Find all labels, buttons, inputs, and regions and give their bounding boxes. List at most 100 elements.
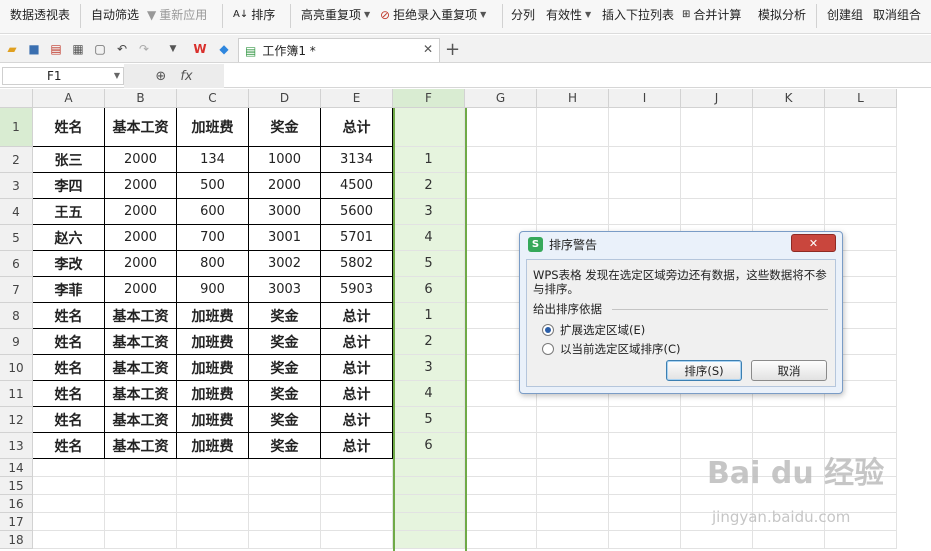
data-cell[interactable]: 基本工资 [105, 355, 177, 381]
data-cell[interactable]: 奖金 [249, 355, 321, 381]
data-cell[interactable] [465, 433, 537, 459]
data-cell[interactable] [825, 199, 897, 225]
reject-duplicates-button[interactable]: ⊘ 拒绝录入重复项 ▼ [380, 6, 486, 24]
data-cell[interactable] [105, 495, 177, 513]
data-cell[interactable] [537, 459, 609, 477]
data-cell[interactable] [609, 173, 681, 199]
row-header-18[interactable]: 18 [0, 531, 33, 549]
column-header-l[interactable]: L [825, 89, 897, 108]
data-cell[interactable]: 张三 [33, 147, 105, 173]
data-cell[interactable] [825, 531, 897, 549]
radio-unselected-icon[interactable] [542, 343, 554, 355]
data-cell[interactable]: 李四 [33, 173, 105, 199]
data-cell[interactable]: 李菲 [33, 277, 105, 303]
data-cell[interactable] [537, 407, 609, 433]
fx-icon[interactable]: fx [180, 69, 192, 84]
cancel-button[interactable]: 取消 [751, 360, 827, 381]
data-cell[interactable]: 加班费 [177, 407, 249, 433]
data-cell[interactable]: 5600 [321, 199, 393, 225]
data-cell[interactable] [321, 495, 393, 513]
ungroup-button[interactable]: 取消组合 [873, 6, 921, 24]
autofilter-button[interactable]: 自动筛选 [91, 6, 139, 24]
data-cell[interactable] [753, 108, 825, 147]
data-cell[interactable]: 5903 [321, 277, 393, 303]
data-cell[interactable] [465, 199, 537, 225]
column-header-i[interactable]: I [609, 89, 681, 108]
data-cell[interactable] [825, 147, 897, 173]
data-cell[interactable] [249, 531, 321, 549]
data-cell[interactable]: 基本工资 [105, 381, 177, 407]
row-header-4[interactable]: 4 [0, 199, 33, 225]
data-cell[interactable] [177, 459, 249, 477]
data-cell[interactable] [177, 513, 249, 531]
data-cell[interactable] [177, 531, 249, 549]
data-cell[interactable] [681, 199, 753, 225]
data-cell[interactable] [321, 459, 393, 477]
data-cell[interactable] [177, 477, 249, 495]
column-header-d[interactable]: D [249, 89, 321, 108]
expand-selection-option[interactable]: 扩展选定区域(E) [542, 322, 645, 338]
data-cell[interactable] [753, 147, 825, 173]
data-cell[interactable] [393, 459, 465, 477]
data-cell[interactable]: 500 [177, 173, 249, 199]
create-group-button[interactable]: 创建组 [827, 6, 863, 24]
data-cell[interactable] [465, 531, 537, 549]
data-cell[interactable]: 赵六 [33, 225, 105, 251]
simulate-analysis-button[interactable]: 模拟分析 [758, 6, 806, 24]
data-cell[interactable] [681, 147, 753, 173]
column-header-a[interactable]: A [33, 89, 105, 108]
data-cell[interactable] [609, 199, 681, 225]
data-cell[interactable] [33, 531, 105, 549]
print-preview-icon[interactable]: ▢ [92, 41, 108, 57]
row-header-3[interactable]: 3 [0, 173, 33, 199]
data-cell[interactable] [177, 495, 249, 513]
data-cell[interactable]: 基本工资 [105, 433, 177, 459]
data-cell[interactable]: 4 [393, 381, 465, 407]
data-cell[interactable]: 加班费 [177, 329, 249, 355]
data-cell[interactable]: 加班费 [177, 303, 249, 329]
data-cell[interactable]: 加班费 [177, 433, 249, 459]
data-cell[interactable]: 2000 [249, 173, 321, 199]
data-cell[interactable] [609, 477, 681, 495]
data-cell[interactable] [33, 513, 105, 531]
data-cell[interactable] [33, 477, 105, 495]
data-cell[interactable] [33, 495, 105, 513]
row-header-16[interactable]: 16 [0, 495, 33, 513]
column-header-k[interactable]: K [753, 89, 825, 108]
chevron-down-icon[interactable]: ▼ [114, 68, 120, 84]
validity-button[interactable]: 有效性 ▼ [546, 6, 591, 24]
data-cell[interactable] [753, 173, 825, 199]
data-cell[interactable]: 总计 [321, 329, 393, 355]
data-cell[interactable]: 900 [177, 277, 249, 303]
data-cell[interactable] [681, 407, 753, 433]
data-cell[interactable] [105, 477, 177, 495]
data-cell[interactable]: 姓名 [33, 407, 105, 433]
tab-workbook1[interactable]: ▤ 工作簿1 * ✕ [238, 38, 440, 62]
data-cell[interactable]: 总计 [321, 108, 393, 147]
data-cell[interactable]: 800 [177, 251, 249, 277]
row-header-15[interactable]: 15 [0, 477, 33, 495]
data-cell[interactable]: 5701 [321, 225, 393, 251]
reapply-button[interactable]: ▼ 重新应用 [147, 6, 207, 24]
data-cell[interactable] [465, 477, 537, 495]
data-cell[interactable]: 3134 [321, 147, 393, 173]
row-header-12[interactable]: 12 [0, 407, 33, 433]
data-cell[interactable] [753, 407, 825, 433]
zoom-icon[interactable]: ⊕ [155, 69, 166, 84]
data-cell[interactable]: 3 [393, 199, 465, 225]
data-cell[interactable]: 基本工资 [105, 407, 177, 433]
sort-button[interactable]: A↓ 排序 [233, 6, 275, 24]
row-header-8[interactable]: 8 [0, 303, 33, 329]
column-header-g[interactable]: G [465, 89, 537, 108]
data-cell[interactable]: 5 [393, 407, 465, 433]
data-cell[interactable]: 2 [393, 173, 465, 199]
formula-input[interactable] [224, 65, 931, 87]
data-cell[interactable]: 李改 [33, 251, 105, 277]
data-cell[interactable] [393, 531, 465, 549]
data-cell[interactable]: 3003 [249, 277, 321, 303]
data-cell[interactable] [465, 173, 537, 199]
data-cell[interactable] [537, 199, 609, 225]
data-cell[interactable]: 3000 [249, 199, 321, 225]
data-cell[interactable] [537, 433, 609, 459]
data-cell[interactable]: 2000 [105, 173, 177, 199]
